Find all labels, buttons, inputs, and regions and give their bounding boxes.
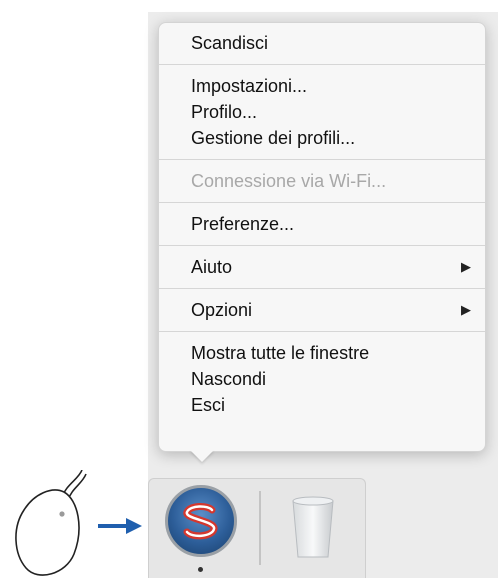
submenu-arrow-icon: ▶ [461,259,471,274]
menu-item-impostazioni[interactable]: Impostazioni... [159,73,485,99]
blue-arrow-icon [96,516,146,536]
mouse-icon [6,469,96,578]
menu-item-mostra-finestre[interactable]: Mostra tutte le finestre [159,340,485,366]
dock-context-menu: Scandisci Impostazioni... Profilo... Ges… [158,22,486,452]
dock-divider [259,491,261,565]
running-indicator [198,567,203,572]
menu-separator [159,245,485,246]
menu-item-preferenze[interactable]: Preferenze... [159,211,485,237]
menu-separator [159,64,485,65]
menu-separator [159,288,485,289]
trash-icon[interactable] [289,495,337,561]
menu-item-scandisci[interactable]: Scandisci [159,30,485,56]
submenu-arrow-icon: ▶ [461,302,471,317]
menu-item-aiuto[interactable]: Aiuto ▶ [159,254,485,280]
menu-separator [159,159,485,160]
menu-separator [159,202,485,203]
menu-item-nascondi[interactable]: Nascondi [159,366,485,392]
menu-item-esci[interactable]: Esci [159,392,485,418]
menu-item-profilo[interactable]: Profilo... [159,99,485,125]
menu-separator [159,331,485,332]
menu-item-gestione-profili[interactable]: Gestione dei profili... [159,125,485,151]
scansnap-app-icon[interactable] [165,485,237,557]
menu-item-connessione-wifi: Connessione via Wi-Fi... [191,171,387,191]
menu-item-opzioni[interactable]: Opzioni ▶ [159,297,485,323]
dock [148,478,366,578]
menu-pointer [190,450,214,462]
